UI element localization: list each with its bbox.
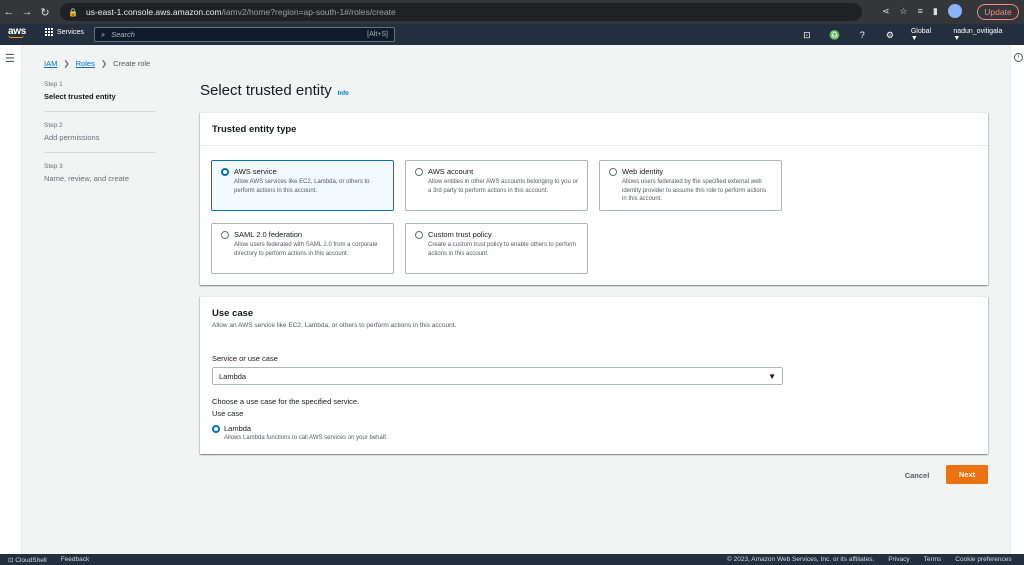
- help-icon[interactable]: ?: [855, 30, 869, 40]
- menu-icon[interactable]: ☰: [5, 52, 15, 65]
- radio-button[interactable]: [415, 231, 423, 239]
- step-label: Name, review, and create: [44, 174, 130, 183]
- copyright-text: © 2023, Amazon Web Services, Inc. or its…: [727, 556, 875, 563]
- tile-title: AWS service: [234, 167, 277, 176]
- back-icon[interactable]: ←: [0, 6, 18, 18]
- breadcrumb-iam[interactable]: IAM: [44, 59, 57, 68]
- tile-saml-federation[interactable]: SAML 2.0 federation Allow users federate…: [211, 223, 394, 274]
- panel-description: Allow an AWS service like EC2, Lambda, o…: [212, 322, 457, 329]
- reload-icon[interactable]: ↻: [36, 6, 54, 19]
- tile-description: Allows users federated by the specified …: [622, 179, 767, 202]
- browser-toolbar: ← → ↻ 🔒 us-east-1.console.aws.amazon.com…: [0, 0, 1024, 24]
- tile-description: Allow entities in other AWS accounts bel…: [428, 179, 578, 194]
- caret-down-icon: ▼: [768, 371, 776, 381]
- cancel-button[interactable]: Cancel: [896, 466, 938, 484]
- wizard-steps: Step 1 Select trusted entity Step 2 Add …: [44, 81, 156, 203]
- service-field-label: Service or use case: [212, 354, 278, 363]
- tile-description: Create a custom trust policy to enable o…: [428, 242, 577, 257]
- use-case-radio[interactable]: [212, 425, 220, 433]
- use-case-option-description: Allows Lambda functions to call AWS serv…: [224, 435, 388, 441]
- radio-button[interactable]: [221, 231, 229, 239]
- privacy-link[interactable]: Privacy: [888, 556, 909, 563]
- step-label: Add permissions: [44, 133, 100, 142]
- choose-use-case-label: Choose a use case for the specified serv…: [212, 397, 360, 406]
- info-link[interactable]: Info: [338, 91, 349, 97]
- update-button[interactable]: Update: [977, 4, 1019, 20]
- grid-icon: [45, 28, 53, 36]
- radio-button[interactable]: [609, 168, 617, 176]
- tile-aws-account[interactable]: AWS account Allow entities in other AWS …: [405, 160, 588, 211]
- region-selector[interactable]: Global ▼: [911, 28, 940, 42]
- use-case-panel: Use case Allow an AWS service like EC2, …: [200, 296, 988, 454]
- step-1: Step 1 Select trusted entity: [44, 81, 156, 112]
- step-number: Step 2: [44, 122, 63, 129]
- use-case-option-title[interactable]: Lambda: [224, 424, 251, 433]
- panel-heading: Use case: [212, 308, 254, 319]
- terms-link[interactable]: Terms: [924, 556, 942, 563]
- search-shortcut: [Alt+S]: [367, 31, 388, 38]
- settings-gear-icon[interactable]: ⚙: [883, 30, 897, 41]
- cloudshell-icon: ⊡: [8, 556, 14, 564]
- bookmark-star-icon[interactable]: ☆: [900, 6, 908, 17]
- step-number: Step 1: [44, 81, 63, 88]
- share-icon[interactable]: ⋖: [882, 6, 890, 17]
- chevron-right-icon: ❯: [100, 59, 108, 68]
- footer: ⊡ CloudShell Feedback © 2023, Amazon Web…: [0, 554, 1024, 565]
- account-menu[interactable]: nadun_ovitigala ▼: [953, 28, 1010, 42]
- step-3: Step 3 Name, review, and create: [44, 163, 156, 193]
- tile-custom-trust-policy[interactable]: Custom trust policy Create a custom trus…: [405, 223, 588, 274]
- tile-description: Allow AWS services like EC2, Lambda, or …: [234, 179, 370, 194]
- tile-title: SAML 2.0 federation: [234, 230, 303, 239]
- url-host: us-east-1.console.aws.amazon.com: [85, 7, 222, 17]
- aws-logo[interactable]: aws: [8, 26, 26, 38]
- right-rail: i: [1010, 45, 1024, 554]
- page-title-text: Select trusted entity: [200, 82, 332, 99]
- search-icon: ⌕: [101, 29, 106, 39]
- use-case-label: Use case: [212, 409, 244, 418]
- tile-web-identity[interactable]: Web identity Allows users federated by t…: [599, 160, 782, 211]
- radio-button[interactable]: [415, 168, 423, 176]
- notifications-bell-icon[interactable]: ♎: [828, 30, 842, 41]
- search-placeholder: Search: [111, 30, 135, 39]
- panel-header: Use case Allow an AWS service like EC2, …: [200, 297, 988, 339]
- panel-header: Trusted entity type: [200, 113, 988, 146]
- info-panel-icon[interactable]: i: [1014, 53, 1023, 62]
- tile-aws-service[interactable]: AWS service Allow AWS services like EC2,…: [211, 160, 394, 211]
- address-bar[interactable]: 🔒 us-east-1.console.aws.amazon.com/iamv2…: [60, 3, 862, 21]
- tile-title: Custom trust policy: [428, 230, 492, 239]
- search-input[interactable]: ⌕ Search [Alt+S]: [94, 27, 395, 42]
- left-rail: ☰: [0, 45, 22, 554]
- chevron-right-icon: ❯: [63, 59, 70, 68]
- breadcrumb-current: Create role: [113, 59, 151, 68]
- profile-avatar[interactable]: [947, 4, 962, 18]
- service-select-value: Lambda: [219, 371, 247, 381]
- breadcrumb: IAM ❯ Roles ❯ Create role: [44, 59, 150, 68]
- tile-description: Allow users federated with SAML 2.0 from…: [234, 242, 378, 257]
- tile-title: Web identity: [622, 167, 664, 176]
- cloudshell-link[interactable]: ⊡ CloudShell: [8, 556, 47, 564]
- step-2: Step 2 Add permissions: [44, 122, 156, 153]
- forward-icon[interactable]: →: [18, 6, 36, 18]
- panel-heading: Trusted entity type: [212, 124, 297, 135]
- service-select[interactable]: Lambda ▼: [212, 367, 783, 385]
- services-button[interactable]: Services: [45, 28, 84, 36]
- step-label: Select trusted entity: [44, 92, 116, 101]
- trusted-entity-panel: Trusted entity type AWS service Allow AW…: [200, 112, 988, 285]
- feedback-link[interactable]: Feedback: [61, 556, 90, 563]
- aws-top-nav: aws Services ⌕ Search [Alt+S] ⊡ ♎ ? ⚙ Gl…: [0, 24, 1024, 45]
- next-button[interactable]: Next: [946, 465, 988, 484]
- page-title: Select trusted entity Info: [200, 82, 349, 99]
- breadcrumb-roles[interactable]: Roles: [76, 59, 95, 68]
- sidepanel-icon[interactable]: ▮: [933, 6, 938, 17]
- step-number: Step 3: [44, 163, 63, 170]
- radio-button[interactable]: [221, 168, 229, 176]
- services-label: Services: [57, 28, 84, 36]
- url-path: /iamv2/home?region=ap-south-1#/roles/cre…: [221, 7, 396, 17]
- cookie-preferences-link[interactable]: Cookie preferences: [955, 556, 1011, 563]
- cloudshell-icon[interactable]: ⊡: [800, 30, 814, 41]
- tile-title: AWS account: [428, 167, 474, 176]
- lock-icon: 🔒: [68, 7, 78, 17]
- reading-list-icon[interactable]: ≡: [918, 6, 923, 16]
